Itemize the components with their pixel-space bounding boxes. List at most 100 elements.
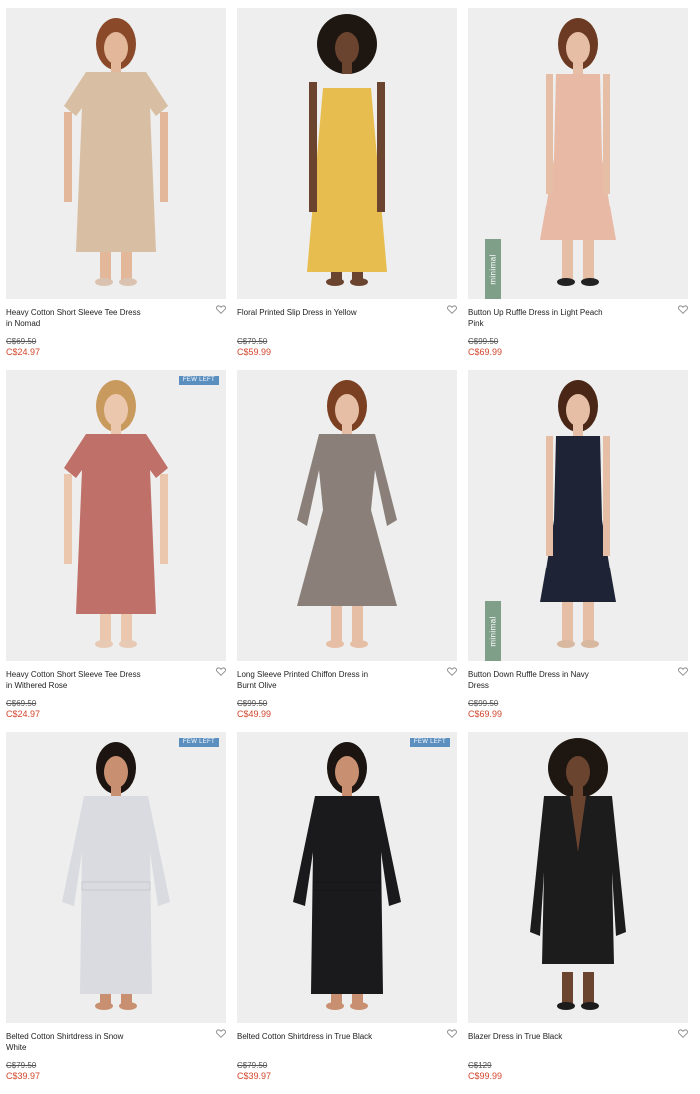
product-name[interactable]: Button Down Ruffle Dress in Navy Dress (468, 669, 608, 693)
neck-shape (111, 422, 121, 436)
product-image[interactable]: minimal (468, 8, 688, 299)
product-image[interactable]: FEW LEFT (6, 370, 226, 661)
shoe-shape (557, 278, 575, 286)
product-name[interactable]: Heavy Cotton Short Sleeve Tee Dress in N… (6, 307, 146, 331)
original-price: C$99.50 (468, 699, 499, 708)
product-image[interactable] (237, 370, 457, 661)
belt-shape (81, 881, 151, 891)
shoe-shape (119, 278, 137, 286)
product-card[interactable]: FEW LEFT Belted Cotton Shirtdress in Sno… (6, 732, 226, 1094)
product-card[interactable]: FEW LEFT Belted Cotton Shirtdress in Tru… (237, 732, 457, 1094)
dress-shape (546, 74, 610, 208)
heart-icon[interactable] (678, 305, 688, 314)
neck-shape (342, 422, 352, 436)
original-price: C$79.50 (237, 1061, 268, 1070)
model-illustration (64, 380, 168, 648)
face-shape (104, 32, 128, 64)
product-name[interactable]: Long Sleeve Printed Chiffon Dress in Bur… (237, 669, 377, 693)
original-price: C$129 (468, 1061, 492, 1070)
original-price: C$79.50 (6, 1061, 37, 1070)
dress-shape (307, 88, 387, 272)
product-image[interactable] (237, 8, 457, 299)
product-name[interactable]: Floral Printed Slip Dress in Yellow (237, 307, 377, 331)
product-card[interactable]: Long Sleeve Printed Chiffon Dress in Bur… (237, 370, 457, 732)
face-shape (335, 756, 359, 788)
leg-shape (562, 238, 573, 280)
dress-shape (293, 796, 401, 994)
sale-price: C$59.99 (237, 347, 272, 357)
product-card[interactable]: minimal Button Up Ruffle Dress in Light … (468, 8, 688, 370)
product-info: Floral Printed Slip Dress in Yellow C$79… (237, 299, 457, 358)
face-shape (104, 756, 128, 788)
face-shape (335, 32, 359, 64)
leg-shape (562, 972, 573, 1004)
shoe-shape (557, 1002, 575, 1010)
heart-icon[interactable] (216, 1029, 226, 1038)
sale-price: C$24.97 (6, 347, 41, 357)
heart-icon[interactable] (447, 1029, 457, 1038)
model-illustration (64, 18, 168, 286)
leg-shape (583, 238, 594, 280)
neck-shape (111, 60, 121, 74)
arm-shape (309, 82, 317, 212)
product-card[interactable]: Heavy Cotton Short Sleeve Tee Dress in N… (6, 8, 226, 370)
dress-shape (546, 436, 610, 570)
product-card[interactable]: Floral Printed Slip Dress in Yellow C$79… (237, 8, 457, 370)
neck-shape (573, 784, 583, 798)
face-shape (104, 394, 128, 426)
dress-shape (62, 796, 170, 994)
product-name[interactable]: Belted Cotton Shirtdress in True Black (237, 1031, 377, 1055)
shoe-shape (581, 278, 599, 286)
few-left-badge: FEW LEFT (178, 738, 219, 747)
product-image[interactable]: minimal (468, 370, 688, 661)
neck-shape (573, 422, 583, 436)
heart-icon[interactable] (216, 305, 226, 314)
shoe-shape (95, 1002, 113, 1010)
product-name[interactable]: Blazer Dress in True Black (468, 1031, 608, 1055)
shoe-shape (581, 640, 599, 648)
product-card[interactable]: Blazer Dress in True Black C$129 C$99.99 (468, 732, 688, 1094)
shoe-shape (95, 278, 113, 286)
shoe-shape (326, 640, 344, 648)
product-image[interactable] (468, 732, 688, 1023)
product-name[interactable]: Belted Cotton Shirtdress in Snow White (6, 1031, 146, 1055)
leg-shape (121, 248, 132, 280)
model-illustration (62, 742, 170, 1010)
shoe-shape (95, 640, 113, 648)
sale-price: C$39.97 (6, 1071, 41, 1081)
heart-icon[interactable] (447, 305, 457, 314)
product-name[interactable]: Heavy Cotton Short Sleeve Tee Dress in W… (6, 669, 146, 693)
face-shape (335, 394, 359, 426)
product-info: Heavy Cotton Short Sleeve Tee Dress in W… (6, 661, 226, 720)
product-card[interactable]: FEW LEFT Heavy Cotton Short Sleeve Tee D… (6, 370, 226, 732)
arm-shape (64, 112, 72, 202)
arm-shape (160, 474, 168, 564)
arm-shape (377, 82, 385, 212)
product-name[interactable]: Button Up Ruffle Dress in Light Peach Pi… (468, 307, 608, 331)
neck-shape (342, 60, 352, 74)
product-image[interactable] (6, 8, 226, 299)
model-illustration (540, 380, 616, 648)
product-image[interactable]: FEW LEFT (6, 732, 226, 1023)
original-price: C$69.50 (6, 699, 37, 708)
shoe-shape (326, 278, 344, 286)
product-image[interactable]: FEW LEFT (237, 732, 457, 1023)
face-shape (566, 756, 590, 788)
product-info: Belted Cotton Shirtdress in True Black C… (237, 1023, 457, 1082)
heart-icon[interactable] (447, 667, 457, 676)
ruffle-shape (540, 568, 616, 602)
model-illustration (307, 14, 387, 286)
heart-icon[interactable] (216, 667, 226, 676)
arm-shape (603, 74, 610, 194)
heart-icon[interactable] (678, 1029, 688, 1038)
few-left-badge: FEW LEFT (178, 376, 219, 385)
arm-shape (546, 436, 553, 556)
original-price: C$99.50 (237, 699, 268, 708)
few-left-badge: FEW LEFT (409, 738, 450, 747)
product-info: Heavy Cotton Short Sleeve Tee Dress in N… (6, 299, 226, 358)
sale-price: C$69.99 (468, 347, 503, 357)
heart-icon[interactable] (678, 667, 688, 676)
sale-price: C$49.99 (237, 709, 272, 719)
sale-price: C$24.97 (6, 709, 41, 719)
product-card[interactable]: minimal Button Down Ruffle Dress in Navy… (468, 370, 688, 732)
